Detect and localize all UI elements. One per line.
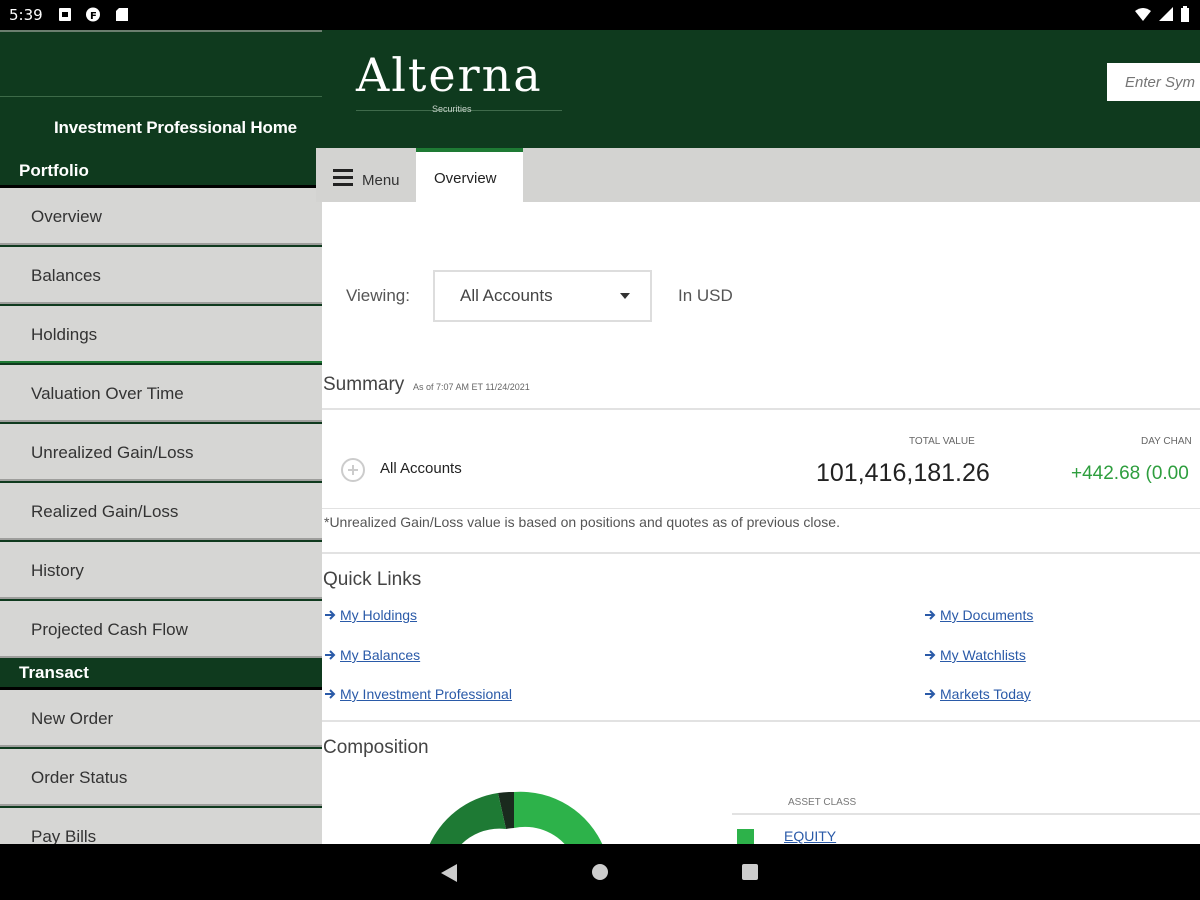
sidebar-item-balances[interactable]: Balances — [0, 247, 322, 304]
divider — [322, 552, 1200, 554]
status-bar: 5:39 F — [0, 0, 1200, 30]
arrow-right-icon — [325, 650, 336, 660]
sidebar-item-overview[interactable]: Overview — [0, 188, 322, 245]
sidebar-item-pay-bills[interactable]: Pay Bills — [0, 808, 322, 844]
quick-link-my-balances[interactable]: My Balances — [324, 647, 420, 663]
menu-button[interactable]: Menu — [322, 154, 416, 202]
unrealized-note: *Unrealized Gain/Loss value is based on … — [324, 514, 840, 530]
sidebar-item-projected-cash-flow[interactable]: Projected Cash Flow — [0, 601, 322, 658]
day-change-label: DAY CHAN — [1141, 436, 1192, 447]
sidebar-item-realized-gain-loss[interactable]: Realized Gain/Loss — [0, 483, 322, 540]
arrow-right-icon — [325, 610, 336, 620]
sidebar-item-order-status[interactable]: Order Status — [0, 749, 322, 806]
quick-link-my-holdings[interactable]: My Holdings — [324, 607, 417, 623]
asset-class-header: ASSET CLASS — [788, 797, 857, 808]
signal-icon — [1159, 7, 1173, 21]
main-content: Viewing: All Accounts In USD Summary As … — [322, 202, 1200, 844]
composition-title: Composition — [323, 737, 429, 758]
caret-down-icon — [620, 293, 630, 299]
svg-text:F: F — [90, 11, 97, 22]
day-change-value: +442.68 (0.00 — [1071, 463, 1189, 484]
battery-icon — [1181, 6, 1189, 22]
quick-link-my-investment-professional[interactable]: My Investment Professional — [324, 686, 512, 702]
hamburger-icon — [333, 169, 353, 186]
app-header: Alterna Securities — [322, 30, 1200, 148]
divider — [322, 720, 1200, 722]
divider — [322, 508, 1200, 509]
total-value: 101,416,181.26 — [816, 459, 990, 487]
summary-account-name: All Accounts — [380, 460, 462, 477]
system-nav-bar — [0, 844, 1200, 900]
currency-label: In USD — [678, 286, 733, 305]
expand-plus-icon[interactable] — [341, 458, 365, 482]
summary-title: Summary — [323, 374, 405, 395]
brand-logo[interactable]: Alterna — [356, 48, 543, 102]
sidebar-section-portfolio: Portfolio — [0, 156, 322, 188]
total-value-label: TOTAL VALUE — [909, 436, 975, 447]
quick-link-markets-today[interactable]: Markets Today — [924, 686, 1031, 702]
sidebar-divider — [0, 30, 322, 32]
home-icon[interactable] — [591, 863, 609, 881]
wifi-icon — [1135, 8, 1151, 21]
sidebar-divider — [0, 96, 322, 97]
donut-slice-equity — [514, 791, 603, 844]
sidebar: Investment Professional Home Portfolio O… — [0, 30, 322, 844]
back-icon[interactable] — [440, 863, 458, 883]
tab-bar: Menu Overview — [316, 148, 1200, 202]
equity-legend-swatch — [737, 829, 754, 844]
investment-professional-home-link[interactable]: Investment Professional Home — [54, 118, 297, 138]
app-notification-icon: F — [86, 7, 100, 22]
sidebar-item-new-order[interactable]: New Order — [0, 690, 322, 747]
symbol-search-input[interactable] — [1107, 63, 1200, 101]
sd-card-icon — [116, 8, 128, 21]
account-select[interactable]: All Accounts — [433, 270, 652, 322]
arrow-right-icon — [925, 610, 936, 620]
arrow-right-icon — [325, 689, 336, 699]
donut-slice — [429, 793, 506, 844]
menu-label: Menu — [362, 172, 400, 189]
quick-link-my-documents[interactable]: My Documents — [924, 607, 1033, 623]
divider — [322, 408, 1200, 410]
arrow-right-icon — [925, 650, 936, 660]
asset-class-equity-link[interactable]: EQUITY — [784, 828, 836, 844]
divider — [732, 813, 1200, 815]
composition-donut-chart — [429, 791, 603, 844]
clock: 5:39 — [9, 6, 43, 24]
sidebar-item-holdings[interactable]: Holdings — [0, 306, 322, 363]
sidebar-item-history[interactable]: History — [0, 542, 322, 599]
recents-icon[interactable] — [741, 863, 759, 881]
tab-overview[interactable]: Overview — [416, 148, 523, 202]
viewing-label: Viewing: — [346, 286, 410, 305]
summary-timestamp: As of 7:07 AM ET 11/24/2021 — [413, 382, 530, 392]
notification-icon — [59, 8, 71, 21]
sidebar-section-transact: Transact — [0, 658, 322, 690]
status-indicators — [1134, 6, 1190, 22]
account-select-value: All Accounts — [460, 286, 553, 305]
sidebar-item-unrealized-gain-loss[interactable]: Unrealized Gain/Loss — [0, 424, 322, 481]
sidebar-item-valuation-over-time[interactable]: Valuation Over Time — [0, 365, 322, 422]
brand-logo-subtitle: Securities — [432, 104, 472, 114]
quick-links-title: Quick Links — [323, 569, 422, 590]
quick-link-my-watchlists[interactable]: My Watchlists — [924, 647, 1026, 663]
arrow-right-icon — [925, 689, 936, 699]
